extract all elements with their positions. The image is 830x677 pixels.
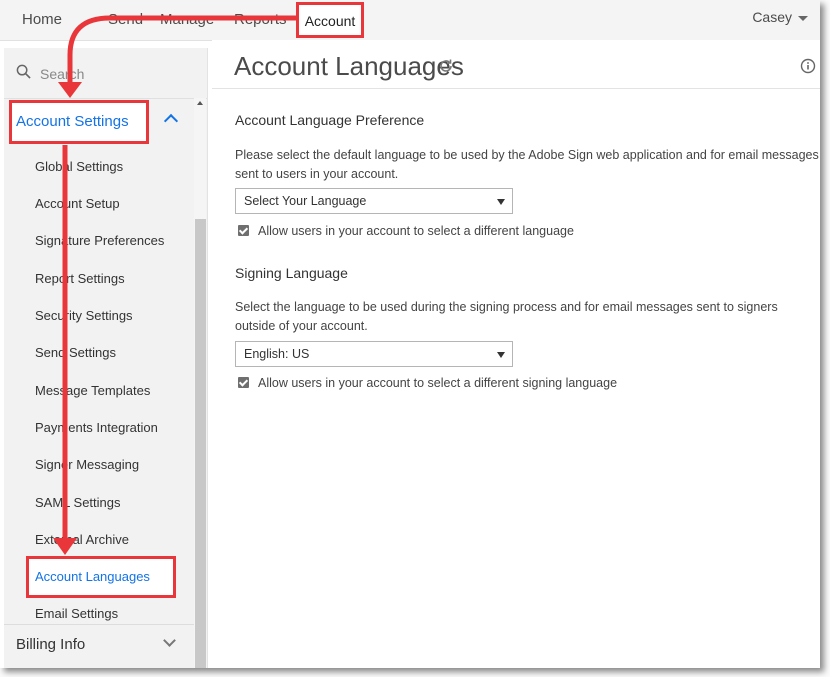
select-value: English: US xyxy=(244,347,310,361)
scroll-thumb[interactable] xyxy=(195,219,206,668)
top-nav: Home Send Manage Reports Account Casey xyxy=(0,0,820,41)
nav-account[interactable]: Account xyxy=(296,2,364,38)
sidebar-search[interactable]: Search xyxy=(4,48,207,99)
billing-label: Billing Info xyxy=(16,636,86,653)
main-content: Account Languages Account Language Prefe… xyxy=(212,40,820,668)
allow-language-checkbox[interactable] xyxy=(238,225,249,236)
allow-signing-language-label[interactable]: Allow users in your account to select a … xyxy=(258,376,617,390)
dropdown-arrow-icon xyxy=(497,199,505,205)
search-placeholder: Search xyxy=(40,66,85,82)
search-icon xyxy=(16,64,31,79)
nav-send[interactable]: Send xyxy=(108,11,143,28)
nav-reports[interactable]: Reports xyxy=(234,11,287,28)
dropdown-arrow-icon xyxy=(497,352,505,358)
caret-down-icon xyxy=(798,15,808,21)
allow-signing-language-checkbox[interactable] xyxy=(238,377,249,388)
pref-description: Please select the default language to be… xyxy=(235,148,819,181)
sidebar-item-saml-settings[interactable]: SAML Settings xyxy=(35,495,121,510)
sidebar-item-signature-preferences[interactable]: Signature Preferences xyxy=(35,233,164,248)
section-account-settings[interactable]: Account Settings xyxy=(4,102,194,142)
signing-heading: Signing Language xyxy=(235,265,348,281)
sidebar-item-message-templates[interactable]: Message Templates xyxy=(35,383,150,398)
section-billing-info[interactable]: Billing Info xyxy=(4,624,194,668)
refresh-icon[interactable] xyxy=(438,58,454,74)
sidebar-item-account-setup[interactable]: Account Setup xyxy=(35,196,120,211)
sidebar-item-report-settings[interactable]: Report Settings xyxy=(35,271,125,286)
sidebar-item-security-settings[interactable]: Security Settings xyxy=(35,308,133,323)
sidebar-item-external-archive[interactable]: External Archive xyxy=(35,532,129,547)
sidebar-item-send-settings[interactable]: Send Settings xyxy=(35,345,116,360)
info-icon[interactable] xyxy=(800,58,816,74)
section-label: Account Settings xyxy=(16,113,129,130)
page-title: Account Languages xyxy=(234,51,464,81)
allow-language-label[interactable]: Allow users in your account to select a … xyxy=(258,224,574,238)
signing-language-select[interactable]: English: US xyxy=(235,341,513,367)
user-name: Casey xyxy=(752,9,792,25)
chevron-up-icon xyxy=(163,113,179,129)
pref-heading: Account Language Preference xyxy=(235,112,425,128)
sidebar-item-email-settings[interactable]: Email Settings xyxy=(35,606,118,621)
nav-manage[interactable]: Manage xyxy=(160,11,214,28)
app-window: Home Send Manage Reports Account Casey S… xyxy=(0,0,820,668)
signing-description: Select the language to be used during th… xyxy=(235,300,778,333)
sidebar-item-global-settings[interactable]: Global Settings xyxy=(35,159,123,174)
sidebar-item-payments-integration[interactable]: Payments Integration xyxy=(35,420,158,435)
sidebar-item-account-languages[interactable]: Account Languages xyxy=(35,569,150,584)
user-menu[interactable]: Casey xyxy=(752,9,808,25)
nav-home[interactable]: Home xyxy=(22,11,62,28)
account-language-select[interactable]: Select Your Language xyxy=(235,188,513,214)
sidebar-item-signer-messaging[interactable]: Signer Messaging xyxy=(35,457,139,472)
chevron-down-icon xyxy=(163,634,176,647)
scroll-up-icon[interactable] xyxy=(197,101,203,105)
select-value: Select Your Language xyxy=(244,194,367,208)
sidebar-scrollbar[interactable] xyxy=(194,98,206,668)
title-divider xyxy=(212,88,820,89)
sidebar: Search Account Settings Global Settings … xyxy=(4,48,208,668)
